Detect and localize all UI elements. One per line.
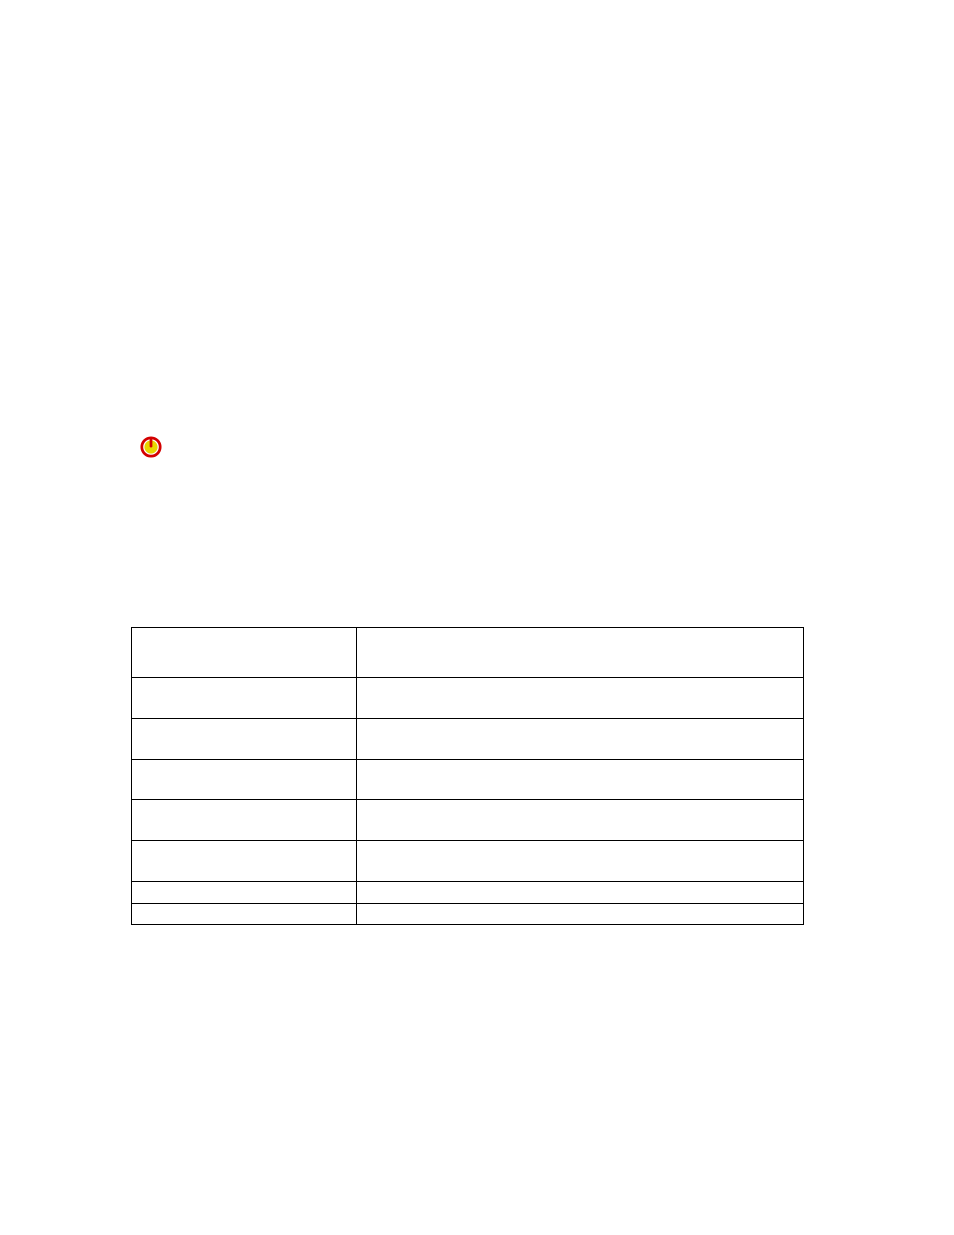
table-cell — [132, 800, 357, 841]
power-icon — [140, 436, 162, 458]
page — [0, 0, 954, 1235]
table-cell — [357, 841, 804, 882]
table-row — [132, 800, 804, 841]
table-cell — [132, 760, 357, 800]
table-header-cell — [132, 628, 357, 678]
table-cell — [357, 882, 804, 904]
table-cell — [357, 678, 804, 719]
table-cell — [132, 882, 357, 904]
table-row — [132, 760, 804, 800]
table-cell — [357, 719, 804, 760]
table-cell — [132, 719, 357, 760]
table-cell — [132, 841, 357, 882]
table-header-row — [132, 628, 804, 678]
table-row — [132, 904, 804, 925]
table-row — [132, 678, 804, 719]
table-header-cell — [357, 628, 804, 678]
table-cell — [132, 904, 357, 925]
table-cell — [357, 800, 804, 841]
table-cell — [357, 904, 804, 925]
table-row — [132, 719, 804, 760]
table-cell — [357, 760, 804, 800]
table-cell — [132, 678, 357, 719]
table-row — [132, 841, 804, 882]
table-row — [132, 882, 804, 904]
data-table — [131, 627, 804, 925]
